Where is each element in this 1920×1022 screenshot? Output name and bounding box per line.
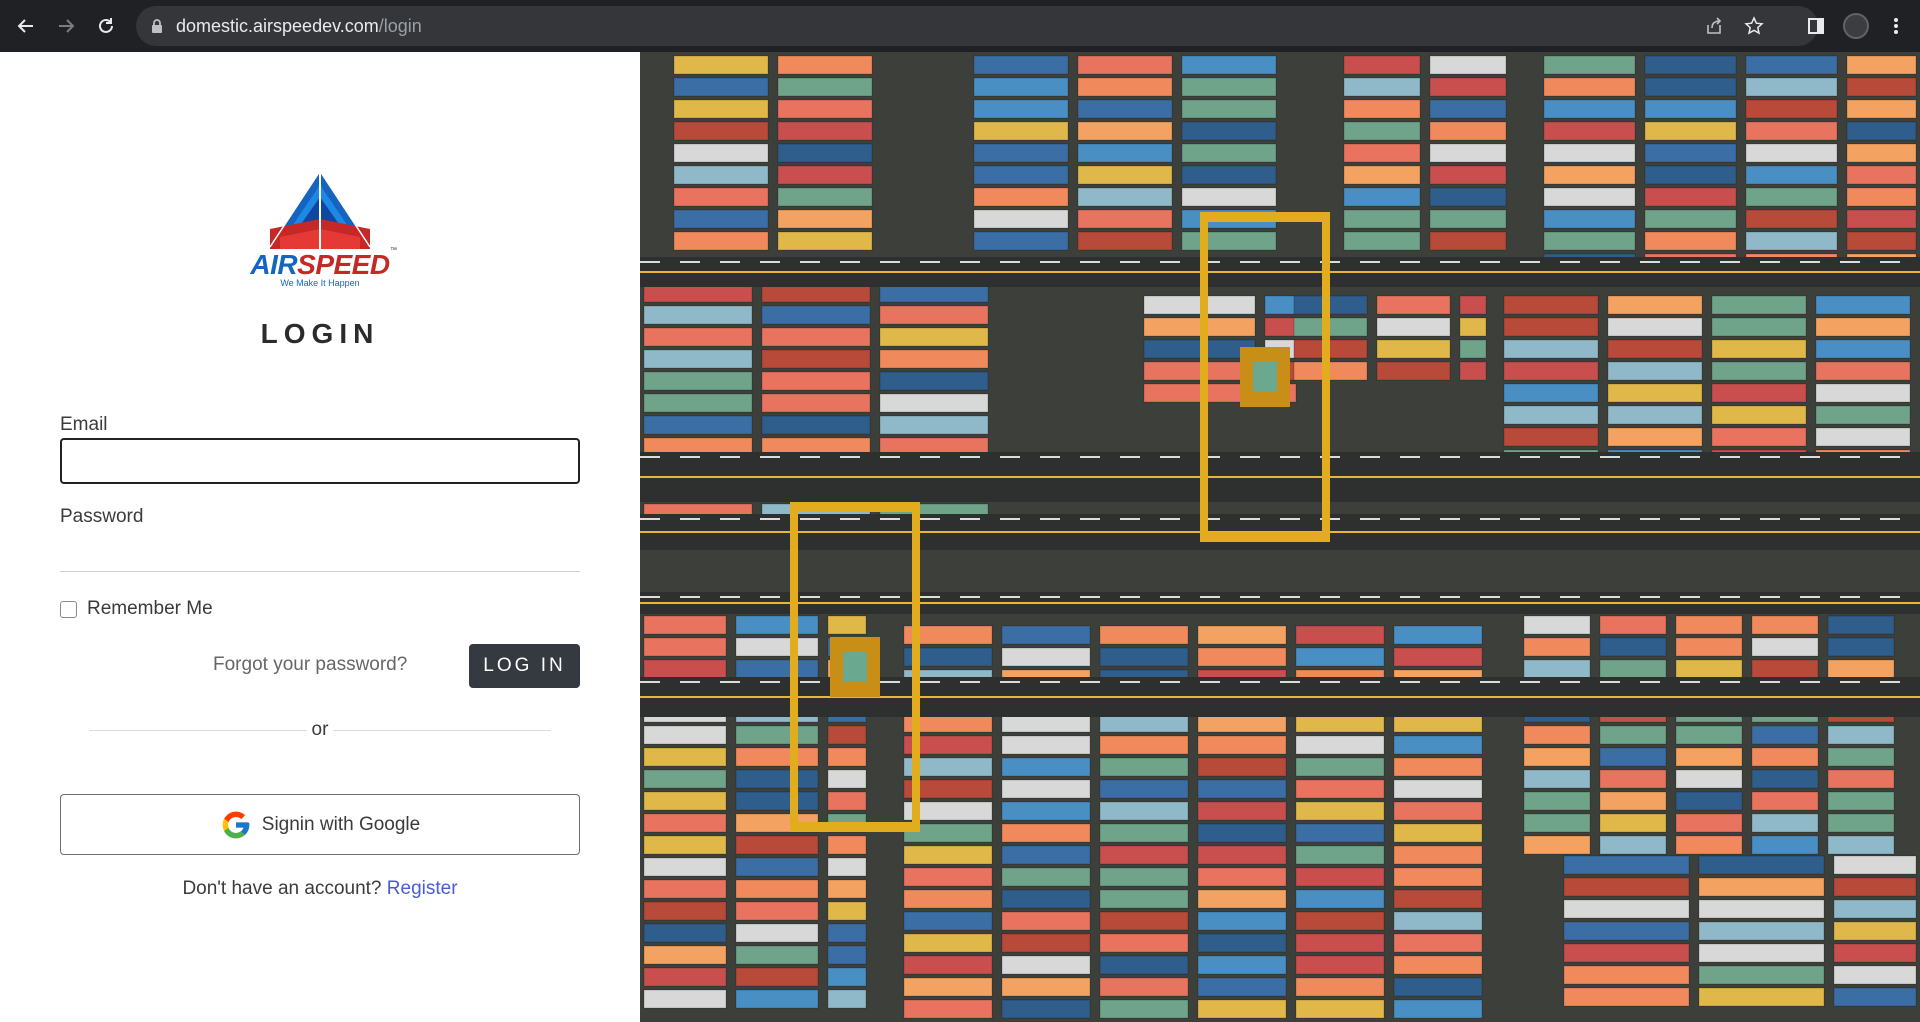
password-label: Password [60,506,144,527]
url-path: /login [378,15,422,36]
logo-wordmark: AIRSPEED [240,249,400,281]
divider-or: or [311,719,329,740]
remember-checkbox[interactable] [60,600,77,618]
login-panel: AIRSPEED ™ We Make It Happen LOGIN Email… [0,52,640,1022]
share-icon[interactable] [1698,10,1730,42]
signup-prompt: Don't have an account? Register [0,878,640,900]
hero-illustration [640,52,1920,1022]
register-link[interactable]: Register [387,878,458,899]
page-title: LOGIN [260,318,380,349]
logo-air: AIR [250,249,298,280]
password-field[interactable] [60,534,580,572]
forgot-password-link[interactable]: Forgot your password? [213,654,407,676]
remember-label[interactable]: Remember Me [87,598,213,620]
side-panel-icon[interactable] [1800,10,1832,42]
email-label: Email [60,414,108,435]
url-text: domestic.airspeedev.com/login [176,16,422,37]
login-button[interactable]: LOG IN [469,644,580,688]
signup-prompt-text: Don't have an account? [182,878,382,899]
toolbar-right [1698,0,1920,52]
url-host: domestic.airspeedev.com [176,15,379,36]
address-bar[interactable]: domestic.airspeedev.com/login [136,6,1818,46]
airspeed-logo: AIRSPEED ™ [240,167,400,293]
logo-mark-icon [269,170,371,249]
email-field[interactable] [60,438,580,484]
logo-tagline: We Make It Happen [280,278,360,288]
back-icon[interactable] [6,6,46,46]
google-icon [222,811,250,838]
remember-me[interactable]: Remember Me [60,598,213,620]
reload-icon[interactable] [86,6,126,46]
logo-speed: SPEED [297,249,390,280]
lock-icon[interactable] [150,18,164,34]
container-port-aerial-photo [640,52,1920,1022]
browser-toolbar: domestic.airspeedev.com/login [0,0,1920,52]
logo-trademark: ™ [390,247,397,254]
google-signin-button[interactable]: Signin with Google [60,794,580,855]
menu-kebab-icon[interactable] [1880,10,1912,42]
profile-avatar[interactable] [1840,10,1872,42]
bookmark-star-icon[interactable] [1738,10,1770,42]
forward-icon[interactable] [46,6,86,46]
google-signin-label[interactable]: Signin with Google [262,814,420,836]
nav-buttons [6,6,126,46]
